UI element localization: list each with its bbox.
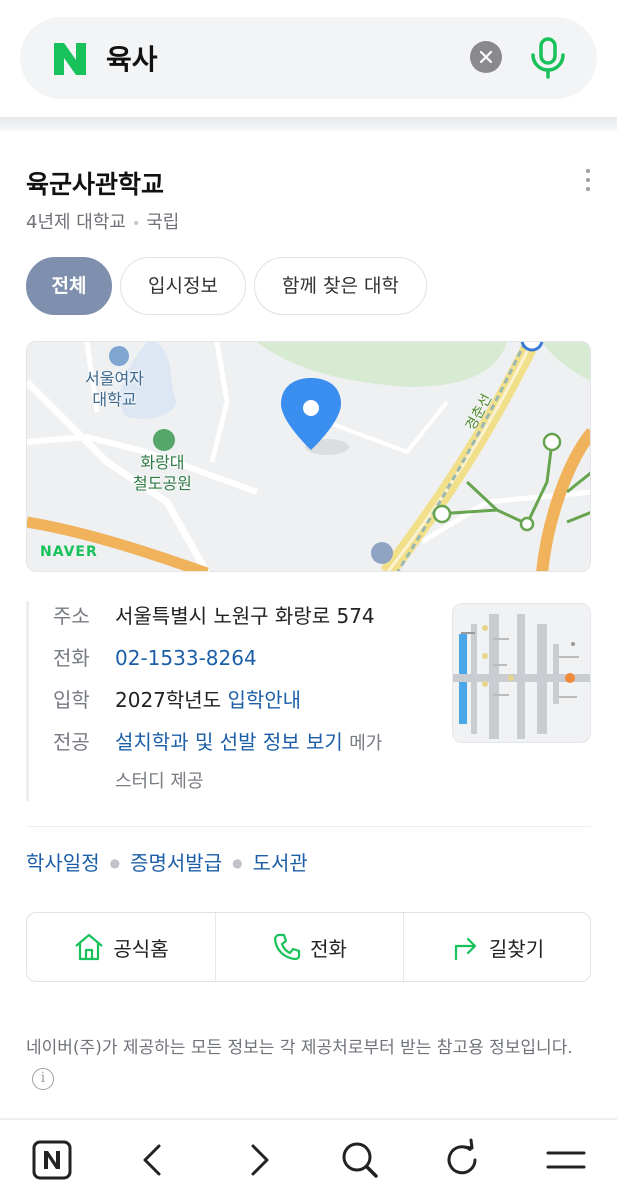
location-map[interactable]: 서울여자 대학교 화랑대 철도공원 경춘선 NAVER — [26, 341, 591, 572]
official-home-label: 공식홈 — [113, 936, 169, 961]
disclaimer-notice: 네이버(주)가 제공하는 모든 정보는 각 제공처로부터 받는 참고용 정보입니… — [26, 1033, 596, 1095]
address-value[interactable]: 서울특별시 노원구 화랑로 574 — [115, 604, 375, 628]
separator-dot: ● — [109, 856, 121, 870]
section-divider — [26, 826, 591, 827]
admission-row: 입학 2027학년도 입학안내 — [53, 685, 301, 715]
address-row: 주소 서울특별시 노원구 화랑로 574 — [53, 601, 375, 631]
tab-admissions[interactable]: 입시정보 — [120, 257, 246, 315]
info-section: 주소 서울특별시 노원구 화랑로 574 전화 02-1533-8264 입학 202… — [26, 601, 436, 801]
refresh-icon[interactable] — [440, 1138, 484, 1182]
address-label: 주소 — [53, 604, 90, 628]
call-label: 전화 — [310, 936, 347, 961]
naver-map-logo: NAVER — [40, 544, 98, 560]
mic-icon[interactable] — [528, 37, 568, 79]
university-category: 국립 — [146, 212, 180, 233]
location-sketch-thumbnail[interactable] — [452, 603, 591, 743]
naver-home-icon[interactable] — [30, 1138, 74, 1182]
major-source-1: 메가 — [349, 733, 383, 754]
action-buttons: 공식홈 전화 길찾기 — [26, 912, 591, 982]
search-query[interactable]: 육사 — [106, 38, 158, 78]
phone-row: 전화 02-1533-8264 — [53, 643, 257, 673]
major-row: 전공 설치학과 및 선발 정보 보기 메가 — [53, 727, 382, 759]
university-card: 육군사관학교 4년제 대학교 • 국립 전체 입시정보 함께 찾은 대학 서울여… — [0, 131, 617, 1121]
back-icon[interactable] — [132, 1138, 176, 1182]
link-certificates[interactable]: 증명서발급 — [130, 851, 222, 875]
phone-link[interactable]: 02-1533-8264 — [115, 646, 257, 670]
map-label-seoul-womens: 서울여자 대학교 — [85, 369, 144, 409]
search-box[interactable]: 육사 — [20, 17, 597, 99]
directions-icon — [454, 937, 476, 961]
admission-guide-link[interactable]: 입학안내 — [227, 688, 301, 712]
call-button[interactable]: 전화 — [215, 913, 403, 981]
sketch-map-graphic — [453, 614, 590, 739]
forward-icon[interactable] — [236, 1138, 280, 1182]
bottom-navigation — [0, 1120, 617, 1200]
separator-dot: ● — [232, 856, 243, 870]
link-library[interactable]: 도서관 — [253, 851, 308, 875]
info-icon[interactable]: i — [32, 1068, 54, 1090]
disclaimer-text: 네이버(주)가 제공하는 모든 정보는 각 제공처로부터 받는 참고용 정보입니… — [26, 1038, 573, 1058]
major-source-row: 스터디 제공 — [115, 765, 204, 797]
separator-dot: • — [131, 216, 141, 232]
directions-label: 길찾기 — [488, 936, 545, 961]
home-icon — [75, 933, 104, 961]
menu-icon[interactable] — [544, 1138, 588, 1182]
admission-year: 2027학년도 — [115, 688, 222, 712]
tab-related-universities[interactable]: 함께 찾은 대학 — [254, 257, 427, 315]
naver-n-logo[interactable] — [52, 41, 88, 77]
major-source-2: 스터디 제공 — [115, 771, 204, 792]
link-academic-calendar[interactable]: 학사일정 — [26, 851, 100, 875]
search-header: 육사 — [0, 0, 617, 120]
more-options-icon[interactable] — [582, 169, 594, 195]
tab-all[interactable]: 전체 — [26, 257, 112, 315]
phone-icon — [273, 933, 301, 961]
header-separator — [0, 117, 617, 131]
map-label-hwarangdae: 화랑대 철도공원 — [133, 453, 192, 493]
subtitle: 4년제 대학교 • 국립 — [26, 208, 179, 234]
clear-icon[interactable] — [470, 41, 502, 73]
quick-links: 학사일정 ● 증명서발급 ● 도서관 — [26, 847, 308, 876]
admission-label: 입학 — [53, 688, 90, 712]
official-home-button[interactable]: 공식홈 — [27, 913, 215, 981]
search-icon[interactable] — [338, 1138, 382, 1182]
page-title[interactable]: 육군사관학교 — [26, 165, 164, 201]
directions-button[interactable]: 길찾기 — [403, 913, 591, 981]
university-type: 4년제 대학교 — [26, 212, 126, 233]
major-info-link[interactable]: 설치학과 및 선발 정보 보기 — [115, 730, 343, 754]
phone-label: 전화 — [53, 646, 90, 670]
major-label: 전공 — [53, 730, 90, 754]
